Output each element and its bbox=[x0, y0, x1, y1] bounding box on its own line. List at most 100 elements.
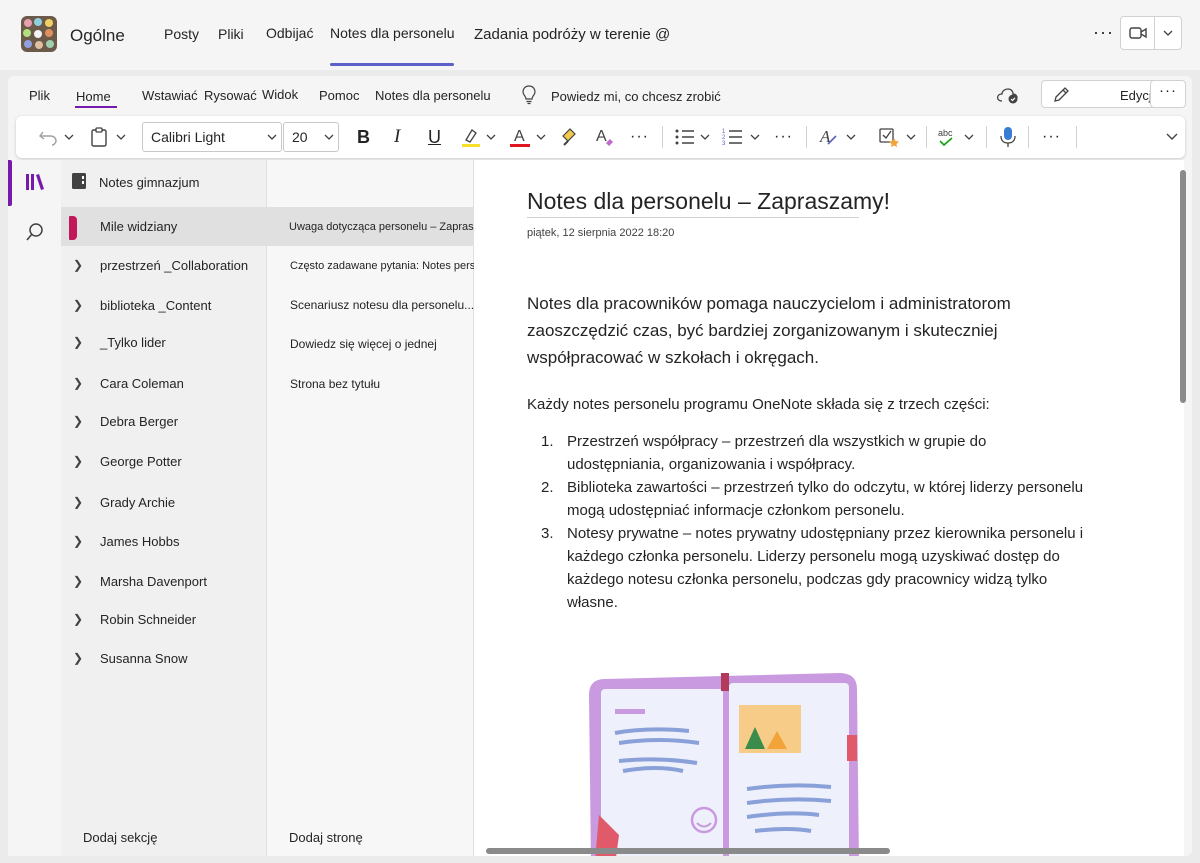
chevron-right-icon[interactable]: ❯ bbox=[73, 298, 83, 312]
chevron-right-icon[interactable]: ❯ bbox=[73, 612, 83, 626]
format-painter-icon[interactable] bbox=[560, 116, 580, 158]
spelling-chevron-icon[interactable] bbox=[964, 116, 974, 158]
styles-icon[interactable]: A bbox=[818, 116, 840, 158]
chevron-down-icon[interactable] bbox=[1155, 17, 1181, 49]
chevron-right-icon[interactable]: ❯ bbox=[73, 258, 83, 272]
tab-posty[interactable]: Posty bbox=[164, 26, 199, 42]
intro-paragraph[interactable]: Każdy notes personelu programu OneNote s… bbox=[527, 396, 990, 413]
page-item[interactable]: Często zadawane pytania: Notes personelu… bbox=[267, 247, 525, 285]
collapse-ribbon-chevron-icon[interactable] bbox=[1166, 116, 1178, 158]
paragraph-more-button[interactable]: ··· bbox=[774, 116, 793, 158]
add-section-button[interactable]: Dodaj sekcję bbox=[83, 830, 157, 845]
section-item-cara-coleman[interactable]: ❯ Cara Coleman bbox=[61, 364, 267, 402]
highlight-icon[interactable] bbox=[460, 116, 482, 158]
section-item-debra-berger[interactable]: ❯ Debra Berger bbox=[61, 402, 267, 440]
ribbon-tab-wstawiac[interactable]: Wstawiać bbox=[142, 88, 198, 103]
section-item-content[interactable]: ❯ biblioteka _Content bbox=[61, 286, 267, 324]
meet-button[interactable] bbox=[1120, 16, 1182, 50]
list-item[interactable]: 3. Notesy prywatne – notes prywatny udos… bbox=[527, 522, 1087, 614]
undo-chevron-icon[interactable] bbox=[64, 116, 74, 158]
list-text: Biblioteka zawartości – przestrzeń tylko… bbox=[567, 479, 1084, 519]
font-color-icon[interactable]: A bbox=[508, 116, 532, 158]
numbering-chevron-icon[interactable] bbox=[750, 116, 760, 158]
page-item[interactable]: Uwaga dotycząca personelu – Zapraszamy! bbox=[267, 207, 503, 246]
numbering-icon[interactable]: 123 bbox=[722, 116, 744, 158]
horizontal-scrollbar[interactable] bbox=[486, 848, 890, 854]
ribbon-tab-plik[interactable]: Plik bbox=[29, 88, 50, 103]
section-label: Grady Archie bbox=[100, 494, 176, 510]
section-item-robin-schneider[interactable]: ❯ Robin Schneider bbox=[61, 600, 267, 638]
tag-icon[interactable] bbox=[878, 116, 900, 158]
editing-mode-button[interactable]: Edycji bbox=[1041, 80, 1157, 108]
channel-avatar[interactable] bbox=[21, 16, 57, 52]
bullets-chevron-icon[interactable] bbox=[700, 116, 710, 158]
section-item-tylko-lider[interactable]: ❯ _Tylko lider bbox=[61, 323, 267, 361]
dictate-icon[interactable] bbox=[1000, 116, 1016, 158]
font-name-select[interactable]: Calibri Light bbox=[142, 122, 282, 152]
paste-chevron-icon[interactable] bbox=[116, 116, 126, 158]
italic-icon[interactable]: I bbox=[394, 116, 400, 158]
add-page-button[interactable]: Dodaj stronę bbox=[289, 830, 363, 845]
ribbon-tab-notes-dla-personelu[interactable]: Notes dla personelu bbox=[375, 88, 491, 103]
tab-notes-dla-personelu[interactable]: Notes dla personelu bbox=[330, 25, 455, 41]
highlight-chevron-icon[interactable] bbox=[486, 116, 496, 158]
ribbon-tab-home[interactable]: Home bbox=[76, 89, 111, 104]
toolbar-more-button[interactable]: ··· bbox=[1042, 116, 1061, 158]
section-item-grady-archie[interactable]: ❯ Grady Archie bbox=[61, 483, 267, 521]
numbered-list[interactable]: 1. Przestrzeń współpracy – przestrzeń dl… bbox=[527, 430, 1087, 614]
tab-pliki[interactable]: Pliki bbox=[218, 26, 244, 42]
more-options-button[interactable]: ··· bbox=[1093, 22, 1114, 43]
styles-chevron-icon[interactable] bbox=[846, 116, 856, 158]
underline-icon[interactable]: U bbox=[428, 116, 441, 158]
ribbon-tabs: Plik Home Wstawiać Rysować Widok Pomoc N… bbox=[8, 76, 1192, 114]
chevron-right-icon[interactable]: ❯ bbox=[73, 495, 83, 509]
list-item[interactable]: 2. Biblioteka zawartości – przestrzeń ty… bbox=[527, 476, 1087, 522]
tell-me-search[interactable]: Powiedz mi, co chcesz zrobić bbox=[551, 89, 721, 104]
page-canvas[interactable]: Notes dla personelu – Zapraszamy! piątek… bbox=[474, 160, 1184, 856]
chevron-right-icon[interactable]: ❯ bbox=[73, 454, 83, 468]
clipboard-icon[interactable] bbox=[90, 116, 108, 158]
chevron-right-icon[interactable]: ❯ bbox=[73, 376, 83, 390]
ribbon-more-button[interactable]: ··· bbox=[1150, 80, 1186, 108]
ribbon-tab-pomoc[interactable]: Pomoc bbox=[319, 88, 359, 103]
search-icon[interactable] bbox=[25, 222, 45, 247]
chevron-right-icon[interactable]: ❯ bbox=[73, 574, 83, 588]
section-item-susanna-snow[interactable]: ❯ Susanna Snow bbox=[61, 639, 267, 677]
section-label: James Hobbs bbox=[100, 533, 180, 549]
page-item[interactable]: Dowiedz się więcej o jednej bbox=[267, 325, 474, 363]
undo-icon[interactable] bbox=[38, 116, 60, 158]
font-more-button[interactable]: ··· bbox=[630, 116, 649, 158]
page-title[interactable]: Notes dla personelu – Zapraszamy! bbox=[527, 188, 890, 215]
chevron-right-icon[interactable]: ❯ bbox=[73, 651, 83, 665]
page-item[interactable]: Strona bez tytułu bbox=[267, 365, 474, 403]
sync-status-icon[interactable] bbox=[996, 86, 1020, 109]
chevron-right-icon[interactable]: ❯ bbox=[73, 335, 83, 349]
ribbon-tab-rysowac[interactable]: Rysować bbox=[204, 88, 257, 103]
section-item-collaboration[interactable]: ❯ przestrzeń _Collaboration bbox=[61, 246, 267, 284]
notebooks-icon[interactable] bbox=[24, 172, 46, 197]
spelling-icon[interactable]: abc bbox=[936, 116, 960, 158]
section-item-marsha-davenport[interactable]: ❯ Marsha Davenport bbox=[61, 562, 267, 600]
chevron-right-icon[interactable]: ❯ bbox=[73, 534, 83, 548]
tab-odbijac[interactable]: Odbijać bbox=[266, 25, 313, 41]
tab-zadania[interactable]: Zadania podróży w terenie @ bbox=[474, 26, 670, 43]
rail-active-indicator bbox=[8, 160, 12, 206]
tag-chevron-icon[interactable] bbox=[906, 116, 916, 158]
section-item-mile-widziany[interactable]: Mile widziany bbox=[61, 207, 267, 246]
font-color-chevron-icon[interactable] bbox=[536, 116, 546, 158]
bold-icon[interactable]: B bbox=[357, 116, 370, 158]
lead-paragraph[interactable]: Notes dla pracowników pomaga nauczycielo… bbox=[527, 290, 1087, 371]
notebook-header[interactable]: Notes gimnazjum bbox=[71, 172, 199, 193]
clear-format-icon[interactable]: A bbox=[594, 116, 616, 158]
page-item[interactable]: Scenariusz notesu dla personelu... bbox=[267, 286, 474, 324]
chevron-right-icon[interactable]: ❯ bbox=[73, 414, 83, 428]
section-item-james-hobbs[interactable]: ❯ James Hobbs bbox=[61, 522, 267, 560]
video-camera-icon[interactable] bbox=[1121, 17, 1155, 49]
list-item[interactable]: 1. Przestrzeń współpracy – przestrzeń dl… bbox=[527, 430, 1087, 476]
section-item-george-potter[interactable]: ❯ George Potter bbox=[61, 442, 267, 480]
bullets-icon[interactable] bbox=[674, 116, 696, 158]
font-size-select[interactable]: 20 bbox=[283, 122, 339, 152]
vertical-scrollbar[interactable] bbox=[1180, 170, 1186, 403]
section-label: George Potter bbox=[100, 453, 182, 469]
ribbon-tab-widok[interactable]: Widok bbox=[262, 87, 298, 102]
